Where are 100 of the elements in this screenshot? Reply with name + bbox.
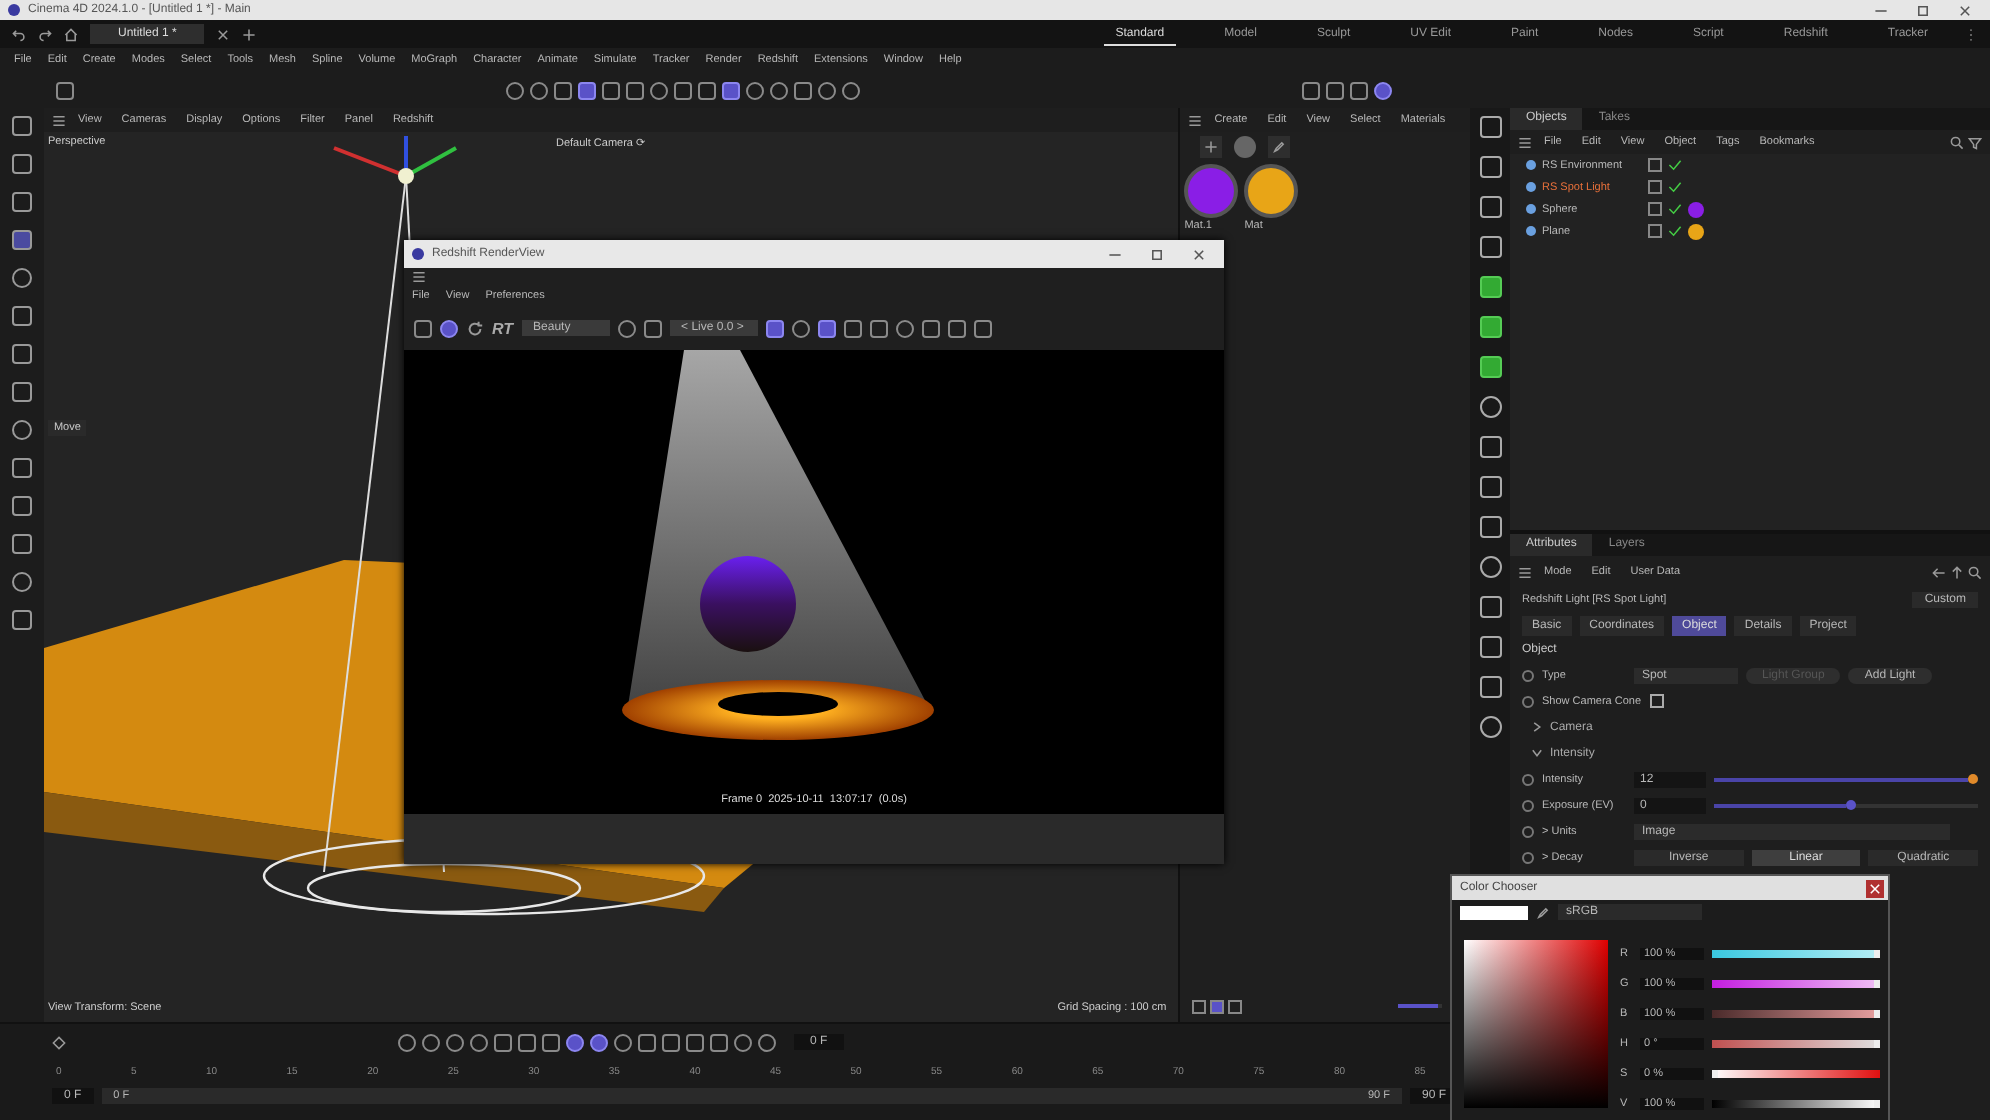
square-icon[interactable]	[674, 81, 692, 99]
circle-icon[interactable]	[1479, 556, 1501, 578]
circle-icon[interactable]	[1374, 81, 1392, 99]
close-icon[interactable]	[1192, 247, 1206, 261]
circle-icon[interactable]	[614, 1033, 632, 1051]
redo-icon[interactable]	[38, 27, 52, 41]
color-field[interactable]	[1464, 940, 1608, 1108]
menu-icon[interactable]	[1518, 565, 1532, 579]
square-icon[interactable]	[1479, 516, 1501, 538]
caret-icon[interactable]	[1530, 746, 1544, 760]
square-icon[interactable]	[686, 1033, 704, 1051]
circle-icon[interactable]	[895, 319, 914, 337]
circle-icon[interactable]	[1479, 716, 1501, 738]
square-icon[interactable]	[1479, 276, 1501, 298]
square-icon[interactable]	[947, 319, 966, 337]
square-icon[interactable]	[1479, 476, 1501, 498]
square-icon[interactable]	[11, 534, 32, 554]
menu-icon[interactable]	[51, 113, 66, 127]
square-icon[interactable]	[1210, 999, 1225, 1013]
undo-icon[interactable]	[12, 27, 26, 41]
maximize-icon[interactable]	[1916, 3, 1930, 17]
circle-icon[interactable]	[11, 268, 32, 288]
pencil-button[interactable]	[1268, 136, 1291, 158]
keyframe-dot-icon[interactable]	[1522, 851, 1534, 863]
circle-icon[interactable]	[446, 1033, 464, 1051]
back-arrow-icon[interactable]	[1932, 565, 1946, 579]
square-icon[interactable]	[1479, 676, 1501, 698]
square-icon[interactable]	[1479, 356, 1501, 378]
circle-icon[interactable]	[842, 81, 860, 99]
slider-thumb[interactable]	[1846, 800, 1856, 810]
up-arrow-icon[interactable]	[1950, 565, 1964, 579]
square-icon[interactable]	[794, 81, 812, 99]
close-icon[interactable]	[1958, 3, 1972, 17]
circle-icon[interactable]	[770, 81, 788, 99]
square-icon[interactable]	[843, 319, 862, 337]
circle-icon[interactable]	[506, 81, 524, 99]
checkbox[interactable]	[1649, 694, 1664, 708]
square-icon[interactable]	[710, 1033, 728, 1051]
circle-icon[interactable]	[566, 1033, 584, 1051]
circle-icon[interactable]	[746, 81, 764, 99]
circle-icon[interactable]	[11, 572, 32, 592]
square-icon[interactable]	[11, 230, 32, 250]
material-tag[interactable]	[1688, 223, 1704, 239]
square-icon[interactable]	[921, 319, 940, 337]
square-icon[interactable]	[638, 1033, 656, 1051]
square-icon[interactable]	[643, 319, 662, 337]
square-icon[interactable]	[817, 319, 836, 337]
square-icon[interactable]	[11, 458, 32, 478]
circle-icon[interactable]	[758, 1033, 776, 1051]
circle-icon[interactable]	[422, 1033, 440, 1051]
square-icon[interactable]	[11, 496, 32, 516]
circle-icon[interactable]	[530, 81, 548, 99]
menu-icon[interactable]	[1518, 135, 1532, 149]
square-icon[interactable]	[722, 81, 740, 99]
home-icon[interactable]	[64, 27, 78, 41]
close-icon[interactable]	[216, 27, 231, 41]
square-icon[interactable]	[56, 81, 74, 99]
menu-icon[interactable]	[412, 270, 426, 284]
square-icon[interactable]	[1479, 156, 1501, 178]
caret-icon[interactable]	[1530, 720, 1544, 734]
circle-icon[interactable]	[440, 319, 458, 337]
square-icon[interactable]	[1350, 81, 1368, 99]
refresh-icon[interactable]	[466, 319, 484, 337]
square-icon[interactable]	[578, 81, 596, 99]
more-icon[interactable]	[1964, 27, 1978, 41]
keyframe-icon[interactable]	[52, 1035, 66, 1049]
square-icon[interactable]	[626, 81, 644, 99]
square-icon[interactable]	[494, 1033, 512, 1051]
square-icon[interactable]	[518, 1033, 536, 1051]
material-swatch[interactable]	[1244, 164, 1299, 218]
square-icon[interactable]	[1479, 436, 1501, 458]
color-swatch[interactable]	[1460, 905, 1528, 919]
circle-icon[interactable]	[590, 1033, 608, 1051]
circle-icon[interactable]	[617, 319, 636, 337]
square-icon[interactable]	[1302, 81, 1320, 99]
material-swatch[interactable]	[1184, 164, 1239, 218]
circle-icon[interactable]	[791, 319, 810, 337]
keyframe-dot-icon[interactable]	[1522, 799, 1534, 811]
square-icon[interactable]	[542, 1033, 560, 1051]
square-icon[interactable]	[869, 319, 888, 337]
circle-icon[interactable]	[11, 420, 32, 440]
sphere-button[interactable]	[1234, 136, 1257, 158]
square-icon[interactable]	[1326, 81, 1344, 99]
square-icon[interactable]	[1228, 999, 1243, 1013]
square-icon[interactable]	[11, 610, 32, 630]
square-icon[interactable]	[662, 1033, 680, 1051]
plus-button[interactable]	[1200, 136, 1223, 158]
eyedropper-icon[interactable]	[1536, 905, 1550, 919]
square-icon[interactable]	[414, 319, 432, 337]
keyframe-dot-icon[interactable]	[1522, 695, 1534, 707]
square-icon[interactable]	[1479, 116, 1501, 138]
square-icon[interactable]	[554, 81, 572, 99]
plus-icon[interactable]	[242, 27, 257, 41]
square-icon[interactable]	[11, 344, 32, 364]
square-icon[interactable]	[11, 382, 32, 402]
channel-slider-fill[interactable]	[1712, 1069, 1718, 1078]
square-icon[interactable]	[1479, 596, 1501, 618]
circle-icon[interactable]	[470, 1033, 488, 1051]
circle-icon[interactable]	[734, 1033, 752, 1051]
circle-icon[interactable]	[398, 1033, 416, 1051]
